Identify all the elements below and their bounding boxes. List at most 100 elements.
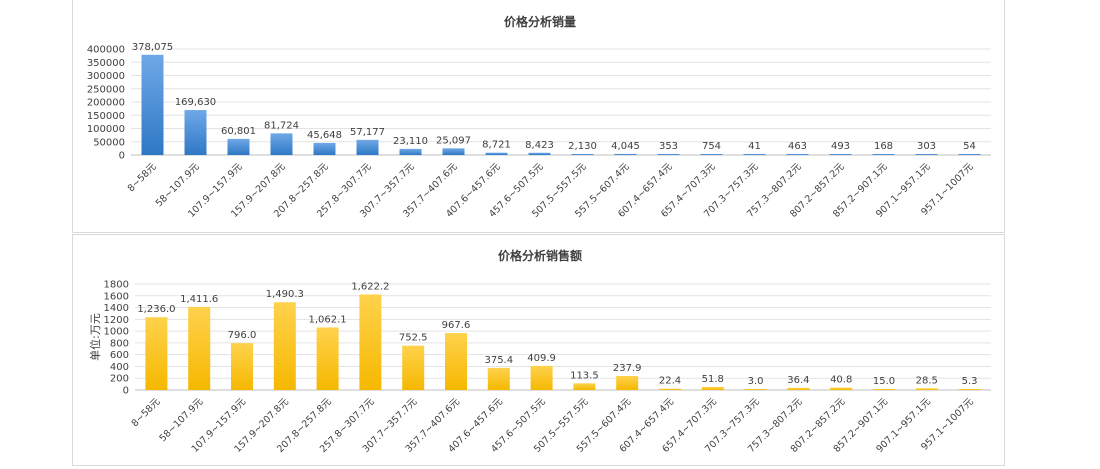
bar [445,333,467,390]
bar [141,54,164,156]
data-label: 51.8 [702,374,724,385]
y-tick-label: 1000 [104,327,129,338]
y-tick-label: 1200 [104,315,129,326]
y-tick-label: 1600 [104,291,129,302]
data-label: 23,110 [393,136,428,147]
bar [273,302,296,390]
data-label: 168 [874,141,893,152]
data-label: 796.0 [228,330,257,341]
data-label: 409.9 [527,353,556,364]
bar [701,386,724,390]
chart-title: 价格分析销售额 [498,248,582,263]
bar [616,375,639,390]
bar [830,387,853,390]
bar [571,154,594,155]
y-tick-label: 200 [110,374,129,385]
data-label: 754 [702,141,721,152]
bar [573,383,596,390]
y-tick-label: 0 [119,151,125,162]
data-label: 15.0 [873,376,895,387]
data-label: 2,130 [568,141,597,152]
data-label: 1,062.1 [309,314,347,325]
bar [359,294,382,390]
y-tick-label: 100000 [87,124,125,135]
data-label: 60,801 [221,126,256,137]
chart-title: 价格分析销量 [504,14,576,29]
data-label: 41 [748,141,761,152]
bar [744,389,767,390]
bar [402,345,425,390]
data-label: 5.3 [962,376,978,387]
data-label: 40.8 [830,375,852,386]
bar [659,388,681,390]
data-label: 8,423 [525,140,554,151]
y-axis-label: 单位:万元 [88,313,102,361]
bar [356,139,379,155]
bar [657,154,680,155]
bar [231,343,253,390]
data-label: 22.4 [659,376,681,387]
x-tick-label: 8~58元 [126,161,159,194]
data-label: 752.5 [399,333,428,344]
data-label: 3.0 [748,376,764,387]
data-label: 378,075 [132,42,173,53]
data-label: 237.9 [613,363,642,374]
sales-amount-chart: 价格分析销售额 180016001400120010008006004002000… [88,248,991,455]
data-label: 303 [917,141,936,152]
sales-volume-chart-panel: 价格分析销量 400000 350000 300000 250000 200000 1500… [72,0,1005,233]
data-label: 463 [788,141,807,152]
bar [743,154,766,155]
y-tick-label: 800 [110,338,129,349]
bar [487,367,510,390]
bar [442,148,465,155]
bar [313,142,336,155]
y-tick-label: 350000 [87,58,125,69]
sales-volume-chart: 价格分析销量 400000 350000 300000 250000 200000 1500… [87,14,991,220]
data-label: 36.4 [787,375,809,386]
bar [530,365,553,390]
data-label: 25,097 [436,135,471,146]
sales-amount-chart-panel: 价格分析销售额 1800 1600 1400 1200 1000 800 600 400 200 0… [72,234,1005,466]
data-label: 353 [659,141,678,152]
bar [399,148,422,155]
data-label: 1,411.6 [180,294,218,305]
data-label: 169,630 [175,97,216,108]
bar [829,154,852,155]
bar [786,154,809,155]
bar [145,317,168,390]
y-tick-label: 50000 [93,137,125,148]
data-label: 113.5 [570,370,599,381]
bar [873,389,895,390]
bar [485,152,508,155]
data-label: 57,177 [350,127,385,138]
bar [614,153,637,155]
data-label: 375.4 [484,355,513,366]
data-label: 8,721 [482,140,511,151]
bar [958,389,981,390]
data-label: 1,236.0 [137,304,175,315]
data-label: 967.6 [442,320,471,331]
bar [227,138,250,155]
y-tick-label: 400 [110,362,129,373]
bar [700,154,723,155]
bar [915,388,938,390]
bar [787,387,810,390]
data-label: 1,622.2 [351,281,389,292]
data-label: 493 [831,141,850,152]
y-tick-label: 1800 [104,280,129,291]
y-tick-label: 400000 [87,45,125,56]
x-tick-label: 8~58元 [130,396,163,429]
y-tick-label: 200000 [87,98,125,109]
data-label: 28.5 [916,375,938,386]
y-tick-label: 1400 [104,303,129,314]
bar [872,154,895,155]
y-tick-label: 150000 [87,111,125,122]
data-label: 54 [963,141,976,152]
bar [528,152,551,155]
x-tick-label: 58~107.9元 [154,161,202,209]
bar [915,154,938,155]
bar [184,110,207,155]
data-label: 45,648 [307,130,342,141]
y-tick-label: 300000 [87,71,125,82]
bar [188,306,211,390]
